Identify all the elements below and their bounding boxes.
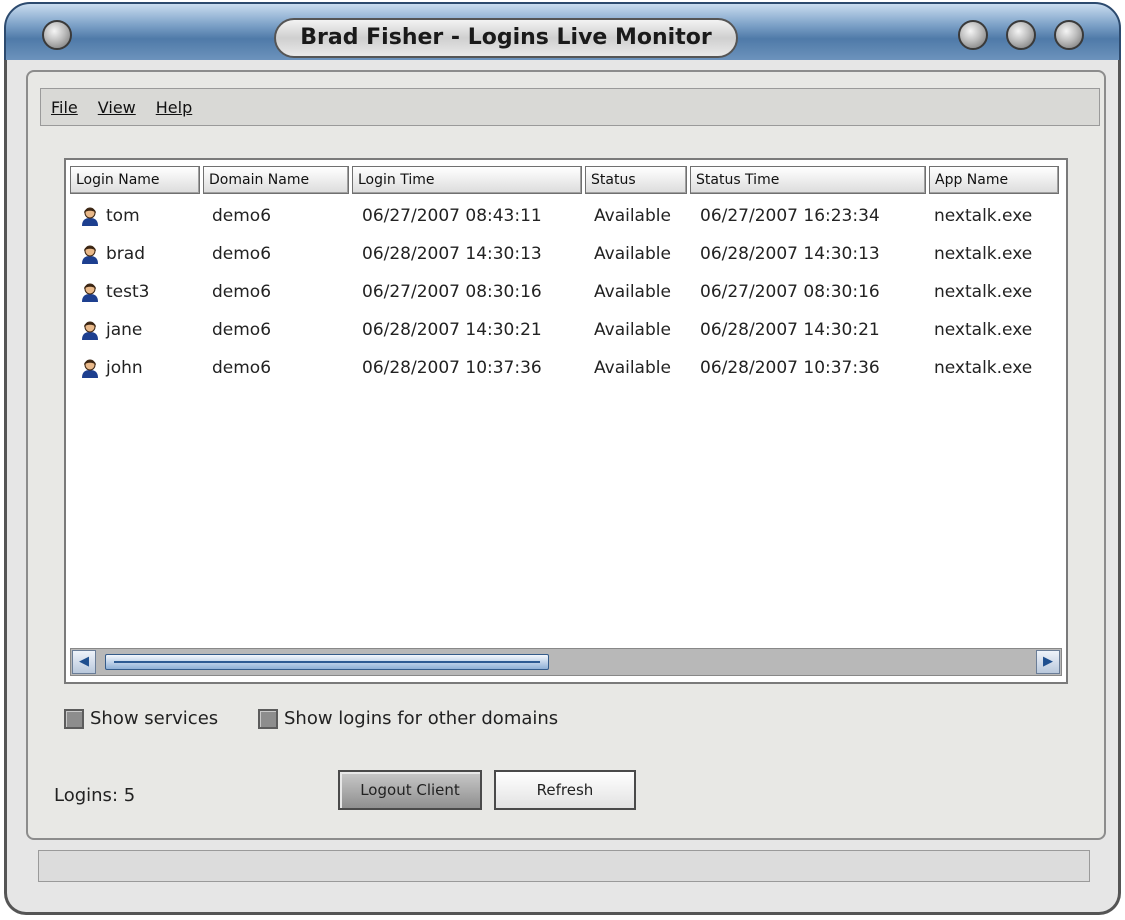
cell-login-time: 06/27/2007 08:30:16 [362,282,542,302]
logout-client-button[interactable]: Logout Client [338,770,482,810]
menu-file[interactable]: File [51,98,78,117]
refresh-button[interactable]: Refresh [494,770,636,810]
cell-status-time: 06/28/2007 14:30:21 [700,320,880,340]
maximize-button[interactable] [1006,20,1036,50]
cell-login-time: 06/28/2007 14:30:13 [362,244,542,264]
cell-status-time: 06/28/2007 10:37:36 [700,358,880,378]
minimize-button[interactable] [958,20,988,50]
cell-status: Available [594,358,671,378]
cell-status: Available [594,320,671,340]
logins-list[interactable]: Login Name Domain Name Login Time Status… [64,158,1068,684]
cell-login-name: tom [106,206,140,226]
column-header-status-time[interactable]: Status Time [690,166,926,194]
cell-app-name: nextalk.exe [934,244,1033,264]
logins-count: Logins: 5 [54,785,136,806]
show-services-checkbox[interactable]: Show services [64,708,218,729]
table-row[interactable]: test3 demo6 06/27/2007 08:30:16 Available 06… [66,276,1056,312]
column-header-login-time[interactable]: Login Time [352,166,582,194]
column-header-login-name[interactable]: Login Name [70,166,200,194]
cell-domain-name: demo6 [212,282,272,302]
window-title: Brad Fisher - Logins Live Monitor [274,18,738,58]
column-header-status[interactable]: Status [585,166,687,194]
cell-login-time: 06/27/2007 08:43:11 [362,206,542,226]
menu-view[interactable]: View [98,98,136,117]
user-icon [82,283,98,302]
show-services-box[interactable] [64,708,84,729]
user-icon [82,245,98,264]
cell-login-name: john [106,358,143,378]
cell-domain-name: demo6 [212,244,272,264]
menu-bar: File View Help [40,88,1100,126]
status-bar [38,850,1090,882]
user-icon [82,321,98,340]
cell-status-time: 06/27/2007 16:23:34 [700,206,880,226]
cell-status: Available [594,244,671,264]
cell-domain-name: demo6 [212,206,272,226]
cell-domain-name: demo6 [212,358,272,378]
show-other-domains-checkbox[interactable]: Show logins for other domains [258,708,558,729]
cell-app-name: nextalk.exe [934,358,1033,378]
show-other-domains-label: Show logins for other domains [284,708,559,729]
user-icon [82,207,98,226]
cell-status-time: 06/28/2007 14:30:13 [700,244,880,264]
cell-domain-name: demo6 [212,320,272,340]
cell-login-name: brad [106,244,145,264]
cell-login-time: 06/28/2007 10:37:36 [362,358,542,378]
menu-help[interactable]: Help [156,98,192,117]
cell-app-name: nextalk.exe [934,206,1033,226]
cell-status: Available [594,282,671,302]
column-header-domain-name[interactable]: Domain Name [203,166,349,194]
scroll-left-icon[interactable]: ◀ [72,650,96,674]
table-row[interactable]: jane demo6 06/28/2007 14:30:21 Available 06/… [66,314,1056,350]
cell-status: Available [594,206,671,226]
cell-login-name: test3 [106,282,150,302]
cell-app-name: nextalk.exe [934,320,1033,340]
menu-help-label: Help [155,97,193,117]
cell-login-time: 06/28/2007 14:30:21 [362,320,542,340]
column-header-app-name[interactable]: App Name [929,166,1059,194]
menu-file-label: File [51,97,78,117]
show-services-label: Show services [90,708,219,729]
horizontal-scrollbar[interactable]: ◀ ▶ [70,648,1062,676]
show-other-domains-box[interactable] [258,708,278,729]
table-row[interactable]: brad demo6 06/28/2007 14:30:13 Available 06/… [66,238,1056,274]
cell-status-time: 06/27/2007 08:30:16 [700,282,880,302]
table-row[interactable]: john demo6 06/28/2007 10:37:36 Available 06/… [66,352,1056,388]
menu-view-label: View [97,97,136,117]
cell-app-name: nextalk.exe [934,282,1033,302]
scrollbar-thumb[interactable] [105,654,549,670]
table-row[interactable]: tom demo6 06/27/2007 08:43:11 Available 06/2… [66,200,1056,236]
close-button[interactable] [1054,20,1084,50]
title-bar[interactable]: Brad Fisher - Logins Live Monitor [4,2,1121,64]
scroll-right-icon[interactable]: ▶ [1036,650,1060,674]
user-icon [82,359,98,378]
cell-login-name: jane [106,320,143,340]
window-menu-orb-icon[interactable] [42,20,72,50]
